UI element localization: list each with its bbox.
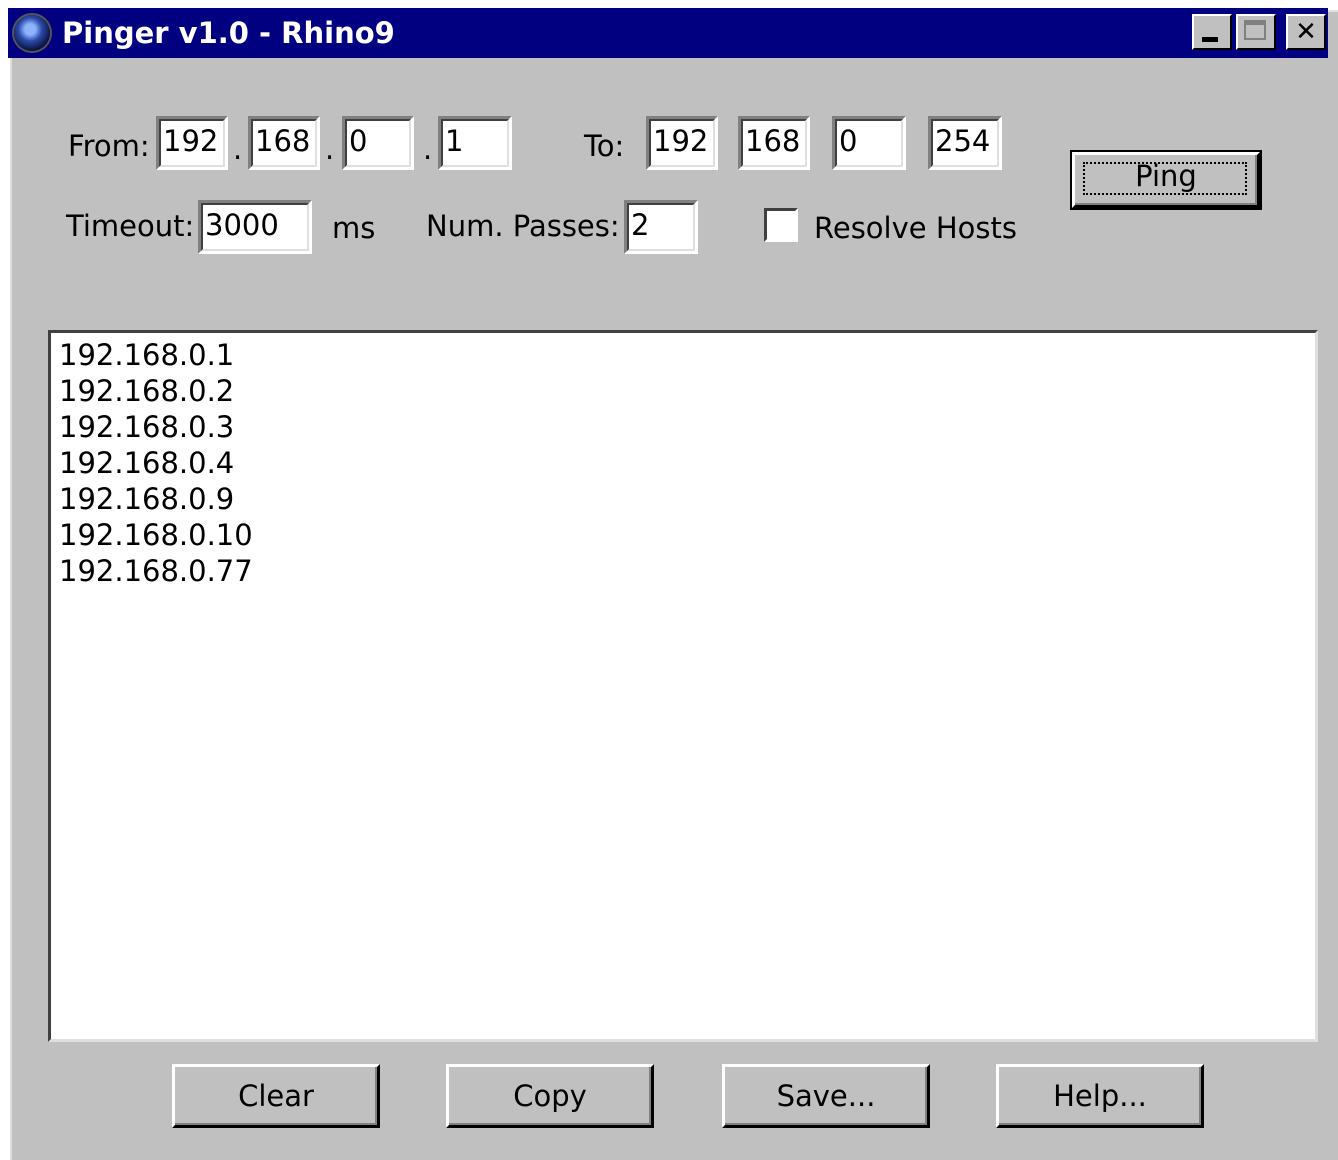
resolve-hosts-checkbox[interactable] <box>764 208 798 242</box>
from-separator-dot: . <box>423 132 433 166</box>
timeout-unit-label: ms <box>332 211 376 245</box>
from-label: From: <box>68 129 150 163</box>
copy-button[interactable]: Copy <box>446 1064 654 1128</box>
num-passes-input[interactable]: 2 <box>624 200 698 254</box>
list-item[interactable]: 192.168.0.9 <box>59 481 1315 517</box>
to-octet-3-input[interactable]: 0 <box>832 116 906 170</box>
close-button[interactable] <box>1286 14 1326 50</box>
list-item[interactable]: 192.168.0.77 <box>59 553 1315 589</box>
to-octet-2-input[interactable]: 168 <box>738 116 810 170</box>
from-octet-2-input[interactable]: 168 <box>248 116 320 170</box>
help-button[interactable]: Help... <box>996 1064 1204 1128</box>
from-octet-4-input[interactable]: 1 <box>438 116 512 170</box>
ping-button-label: Ping <box>1135 159 1197 193</box>
to-label: To: <box>584 129 625 163</box>
app-icon[interactable] <box>14 15 50 51</box>
list-item[interactable]: 192.168.0.4 <box>59 445 1315 481</box>
maximize-button[interactable] <box>1236 14 1276 50</box>
list-item[interactable]: 192.168.0.1 <box>59 337 1315 373</box>
num-passes-label: Num. Passes: <box>426 209 620 243</box>
title-bar[interactable]: Pinger v1.0 - Rhino9 <box>8 8 1328 58</box>
results-listbox[interactable]: 192.168.0.1 192.168.0.2 192.168.0.3 192.… <box>48 330 1318 1042</box>
window-title: Pinger v1.0 - Rhino9 <box>62 16 395 50</box>
ping-button[interactable]: Ping <box>1070 150 1262 210</box>
minimize-button[interactable] <box>1192 14 1232 50</box>
from-separator-dot: . <box>325 132 335 166</box>
list-item[interactable]: 192.168.0.10 <box>59 517 1315 553</box>
clear-button[interactable]: Clear <box>172 1064 380 1128</box>
to-octet-4-input[interactable]: 254 <box>928 116 1002 170</box>
timeout-input[interactable]: 3000 <box>198 200 312 254</box>
timeout-label: Timeout: <box>66 209 195 243</box>
from-octet-3-input[interactable]: 0 <box>342 116 414 170</box>
to-octet-1-input[interactable]: 192 <box>646 116 718 170</box>
list-item[interactable]: 192.168.0.2 <box>59 373 1315 409</box>
resolve-hosts-label[interactable]: Resolve Hosts <box>814 210 1017 246</box>
from-octet-1-input[interactable]: 192 <box>156 116 228 170</box>
save-button[interactable]: Save... <box>722 1064 930 1128</box>
list-item[interactable]: 192.168.0.3 <box>59 409 1315 445</box>
from-separator-dot: . <box>233 132 243 166</box>
